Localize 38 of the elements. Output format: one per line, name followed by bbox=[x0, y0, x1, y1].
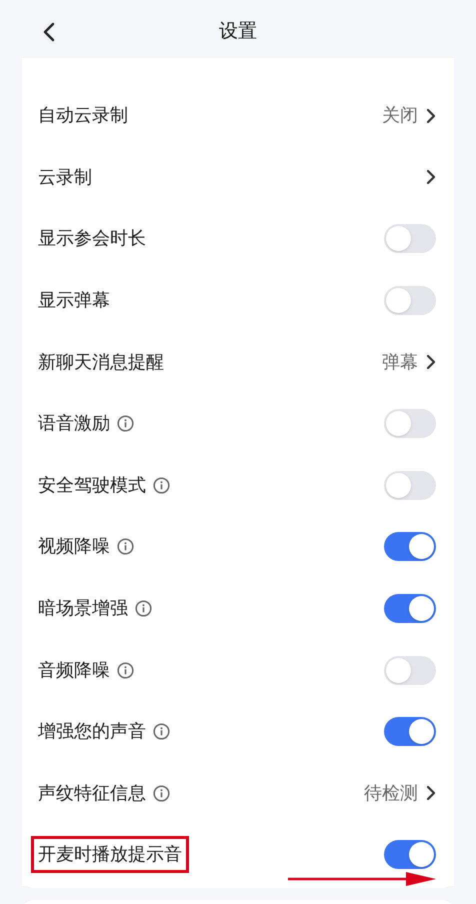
setting-value: 待检测 bbox=[364, 782, 418, 805]
info-icon bbox=[153, 723, 170, 740]
setting-label: 显示参会时长 bbox=[38, 227, 146, 250]
info-icon bbox=[117, 662, 134, 679]
toggle-switch[interactable] bbox=[384, 717, 436, 746]
setting-label: 显示弹幕 bbox=[38, 289, 110, 312]
back-icon[interactable] bbox=[42, 22, 56, 42]
setting-label: 新聊天消息提醒 bbox=[38, 350, 164, 374]
info-icon bbox=[153, 784, 170, 802]
setting-label: 增强您的声音 bbox=[38, 720, 146, 744]
info-icon bbox=[117, 538, 134, 556]
chevron-right-icon bbox=[426, 169, 436, 186]
toggle-switch[interactable] bbox=[384, 594, 436, 624]
info-icon bbox=[153, 476, 170, 494]
toggle-switch[interactable] bbox=[384, 409, 436, 438]
setting-value: 弹幕 bbox=[382, 350, 418, 374]
setting-label: 语音激励 bbox=[38, 412, 110, 436]
toggle-switch[interactable] bbox=[384, 470, 436, 500]
toggle-switch[interactable] bbox=[384, 286, 436, 316]
page-title: 设置 bbox=[219, 20, 257, 44]
toggle-switch[interactable] bbox=[384, 224, 436, 254]
setting-label: 安全驾驶模式 bbox=[38, 474, 146, 497]
setting-label: 声纹特征信息 bbox=[38, 782, 146, 805]
setting-label: 暗场景增强 bbox=[38, 597, 128, 620]
toggle-switch[interactable] bbox=[384, 840, 436, 870]
chevron-right-icon bbox=[426, 108, 436, 124]
chevron-right-icon bbox=[426, 354, 436, 370]
setting-value: 关闭 bbox=[382, 104, 418, 128]
info-icon bbox=[135, 600, 152, 618]
setting-label: 云录制 bbox=[38, 166, 92, 189]
chevron-right-icon bbox=[426, 785, 436, 802]
setting-label: 开麦时播放提示音 bbox=[31, 836, 189, 874]
setting-label: 自动云录制 bbox=[38, 104, 128, 128]
setting-label: 视频降噪 bbox=[38, 535, 110, 558]
setting-label: 音频降噪 bbox=[38, 658, 110, 682]
toggle-switch[interactable] bbox=[384, 656, 436, 685]
info-icon bbox=[117, 415, 134, 432]
toggle-switch[interactable] bbox=[384, 532, 436, 562]
